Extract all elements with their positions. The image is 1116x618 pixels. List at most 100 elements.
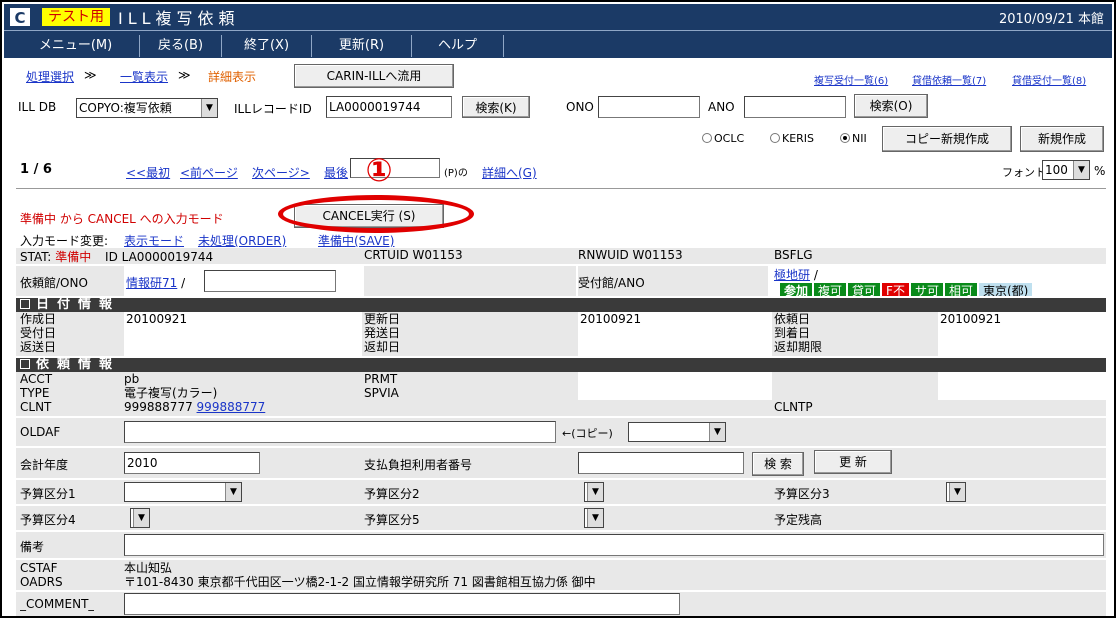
clnt-link[interactable]: 999888777 bbox=[197, 400, 266, 414]
return-due-label: 返却期限 bbox=[774, 340, 823, 354]
ano-label: ANO bbox=[708, 100, 735, 114]
irai-sep: / bbox=[181, 276, 186, 290]
oldaf-copy-select[interactable]: ▼ bbox=[628, 422, 726, 442]
breadcrumb-separator: ≫ bbox=[84, 68, 97, 82]
divider bbox=[16, 188, 1106, 189]
illdb-select[interactable]: COPYO:複写依頼 ▼ bbox=[76, 98, 218, 118]
clnt-value: 999888777 bbox=[124, 400, 193, 414]
page-suffix: (P)の bbox=[444, 168, 468, 179]
radio-label: KERIS bbox=[782, 132, 815, 145]
comment-label: _COMMENT_ bbox=[20, 597, 95, 611]
pager-prev-link[interactable]: <前ページ bbox=[180, 164, 238, 181]
request-section-header: 依頼情報 bbox=[16, 358, 1106, 372]
badge-ffu: F不 bbox=[882, 283, 909, 296]
pager-first-link[interactable]: <<最初 bbox=[126, 164, 170, 181]
loan-received-list-link[interactable]: 貸借受付一覧(8) bbox=[1012, 72, 1086, 87]
budget4-label: 予算区分4 bbox=[20, 513, 76, 527]
uketsuke-library-link[interactable]: 極地研 bbox=[774, 268, 810, 282]
illdb-select-value: COPYO:複写依頼 bbox=[79, 101, 172, 115]
ono-input[interactable] bbox=[598, 96, 700, 118]
breadcrumb-current: 詳細表示 bbox=[208, 70, 257, 84]
dates-block: 作成日 受付日 返送日 20100921 更新日 発送日 返却日 2010092… bbox=[16, 312, 1106, 356]
menu-item-exit[interactable]: 終了(X) bbox=[222, 35, 312, 57]
breadcrumb-separator: ≫ bbox=[178, 68, 191, 82]
input-mode-message: 準備中 から CANCEL への入力モード bbox=[20, 212, 224, 226]
record-search-button[interactable]: 検索(K) bbox=[462, 96, 530, 118]
square-icon bbox=[20, 359, 30, 369]
budget2-label: 予算区分2 bbox=[364, 487, 420, 501]
budget3-select[interactable]: ▼ bbox=[946, 482, 966, 502]
chevron-down-icon: ▼ bbox=[225, 483, 241, 501]
acct-label: ACCT bbox=[20, 372, 53, 386]
library-status-badges: 参加 複可 貸可 F不 サ可 相可 東京(都) bbox=[780, 283, 1033, 296]
budget2-select[interactable]: ▼ bbox=[584, 482, 604, 502]
badge-sanka: 参加 bbox=[780, 283, 813, 296]
radio-checked-icon bbox=[840, 133, 850, 143]
budget1-select[interactable]: ▼ bbox=[124, 482, 242, 502]
received-label: 受付日 bbox=[20, 326, 57, 340]
loan-request-list-link[interactable]: 貸借依頼一覧(7) bbox=[912, 72, 986, 87]
copy-received-list-link[interactable]: 複写受付一覧(6) bbox=[814, 72, 888, 87]
menu-item-help[interactable]: ヘルプ bbox=[412, 35, 504, 57]
cstaf-label: CSTAF bbox=[20, 561, 58, 575]
oadrs-value: 〒101-8430 東京都千代田区一ツ橋2-1-2 国立情報学研究所 71 図書… bbox=[124, 575, 596, 589]
badge-soka: 相可 bbox=[944, 283, 977, 296]
bsflg: BSFLG bbox=[774, 248, 813, 262]
oldaf-input[interactable] bbox=[124, 421, 556, 443]
crtuid: CRTUID W01153 bbox=[364, 248, 463, 262]
page-position: 1 / 6 bbox=[20, 162, 52, 177]
budget4-select[interactable]: ▼ bbox=[130, 508, 150, 528]
cstaf-value: 本山知弘 bbox=[124, 561, 173, 575]
badge-region: 東京(都) bbox=[978, 283, 1033, 296]
budget1-label: 予算区分1 bbox=[20, 487, 76, 501]
payer-update-button[interactable]: 更 新 bbox=[814, 450, 892, 474]
record-id-input[interactable] bbox=[326, 96, 452, 118]
badge-fukuka: 複可 bbox=[814, 283, 847, 296]
menu-item-menu[interactable]: メニュー(M) bbox=[12, 35, 140, 57]
font-size-select[interactable]: 100 ▼ bbox=[1042, 160, 1090, 180]
source-radio-oclc[interactable]: OCLC bbox=[702, 132, 744, 145]
created-value: 20100921 bbox=[126, 312, 188, 326]
pager-next-link[interactable]: 次ページ> bbox=[252, 164, 310, 181]
ono-ano-search-button[interactable]: 検索(O) bbox=[854, 94, 928, 118]
payer-search-button[interactable]: 検 索 bbox=[752, 452, 804, 476]
breadcrumb-select[interactable]: 処理選択 bbox=[26, 68, 74, 85]
square-icon bbox=[20, 299, 30, 309]
irai-library-link[interactable]: 情報研71 bbox=[126, 276, 177, 290]
type-label: TYPE bbox=[20, 386, 50, 400]
source-radio-keris[interactable]: KERIS bbox=[770, 132, 814, 145]
preparing-mode-link[interactable]: 準備中(SAVE) bbox=[318, 232, 394, 249]
font-size-value: 100 bbox=[1045, 163, 1068, 177]
sent-label: 発送日 bbox=[364, 326, 401, 340]
goto-detail-link[interactable]: 詳細へ(G) bbox=[482, 164, 537, 181]
ono-label: ONO bbox=[566, 100, 594, 114]
unprocessed-mode-link[interactable]: 未処理(ORDER) bbox=[198, 232, 286, 249]
remarks-input[interactable] bbox=[124, 534, 1104, 556]
budget5-select[interactable]: ▼ bbox=[584, 508, 604, 528]
payer-input[interactable] bbox=[578, 452, 744, 474]
requested-value: 20100921 bbox=[940, 312, 1002, 326]
id-label: ID bbox=[105, 250, 118, 264]
comment-input[interactable] bbox=[124, 593, 680, 615]
oadrs-label: OADRS bbox=[20, 575, 63, 589]
pager-last-link[interactable]: 最後 bbox=[324, 164, 348, 181]
copy-arrow-label: ←(コピー) bbox=[562, 427, 613, 440]
ano-input[interactable] bbox=[744, 96, 846, 118]
menu-item-refresh[interactable]: 更新(R) bbox=[312, 35, 412, 57]
irai-ono-input[interactable] bbox=[204, 270, 336, 292]
app-window: C テスト用 ILL複写依頼 2010/09/21 本館 メニュー(M) 戻る(… bbox=[0, 0, 1116, 618]
copy-new-button[interactable]: コピー新規作成 bbox=[882, 126, 1012, 152]
carin-ill-button[interactable]: CARIN-ILLへ流用 bbox=[294, 64, 454, 88]
new-create-button[interactable]: 新規作成 bbox=[1020, 126, 1104, 152]
radio-label: NII bbox=[852, 132, 867, 145]
menu-item-back[interactable]: 戻る(B) bbox=[140, 35, 222, 57]
chevron-down-icon: ▼ bbox=[949, 483, 965, 501]
source-radio-nii[interactable]: NII bbox=[840, 132, 867, 145]
breadcrumb-list[interactable]: 一覧表示 bbox=[120, 68, 168, 85]
display-mode-link[interactable]: 表示モード bbox=[124, 232, 184, 249]
library-row: 依頼館/ONO 情報研71 / 受付館/ANO 極地研 / 参加 複可 貸可 F… bbox=[16, 266, 1106, 296]
fiscal-year-input[interactable] bbox=[124, 452, 260, 474]
requested-label: 依頼日 bbox=[774, 312, 811, 326]
acct-value: pb bbox=[124, 372, 140, 386]
chevron-down-icon: ▼ bbox=[709, 423, 725, 441]
